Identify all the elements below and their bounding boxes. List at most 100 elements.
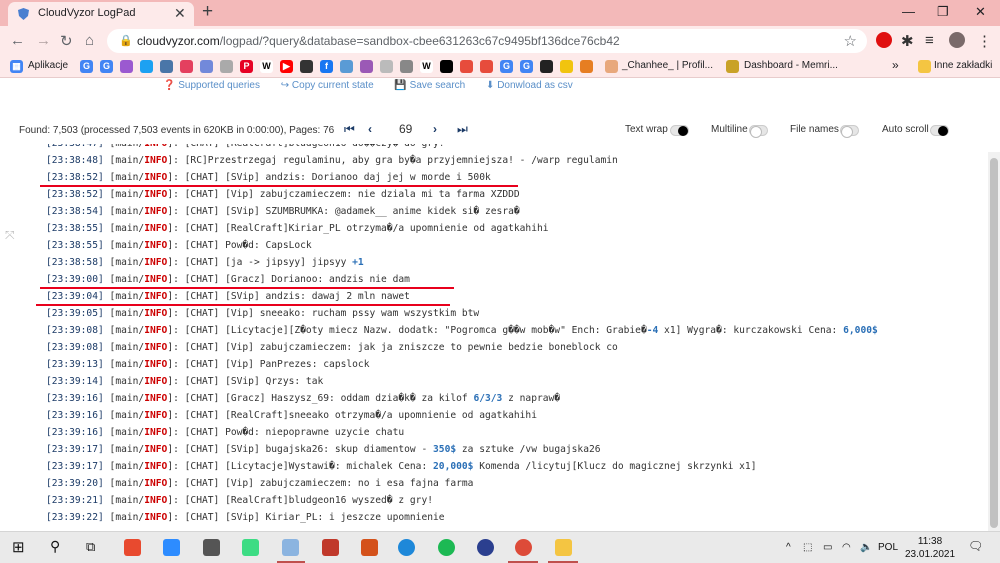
notifications-icon[interactable]: 🗨 — [968, 539, 983, 553]
last-page-icon[interactable]: ⏭ — [457, 122, 468, 137]
forward-icon[interactable]: → — [36, 32, 51, 49]
prev-page-icon[interactable]: ‹ — [368, 122, 372, 136]
bookmark-icon[interactable] — [460, 60, 473, 73]
bookmark-apps[interactable]: Aplikacje — [28, 60, 68, 71]
app-icon[interactable] — [361, 539, 378, 556]
google-icon[interactable]: G — [80, 60, 93, 73]
pinterest-icon[interactable]: P — [240, 60, 253, 73]
task-view-icon[interactable]: ⧉ — [86, 539, 95, 555]
app-icon[interactable] — [477, 539, 494, 556]
bookmark-icon[interactable] — [580, 60, 593, 73]
log-scrollbar[interactable] — [988, 152, 1000, 531]
restore-icon[interactable]: ❐ — [937, 4, 949, 20]
twitter-icon[interactable] — [140, 60, 153, 73]
log-line: [23:39:16] [main/INFO]: [CHAT] [Gracz] H… — [46, 393, 561, 404]
file-explorer-icon[interactable] — [555, 539, 572, 556]
wifi-icon[interactable]: ◠ — [842, 542, 851, 553]
wikipedia-icon[interactable]: W — [260, 60, 273, 73]
bookmark-icon[interactable] — [300, 60, 313, 73]
bookmark-memrise[interactable]: Dashboard - Memri... — [744, 60, 838, 71]
page-number[interactable]: 69 — [399, 122, 412, 136]
chevron-up-icon[interactable]: ^ — [786, 542, 791, 553]
clock[interactable]: 11:38 23.01.2021 — [905, 535, 955, 561]
bookmark-icon[interactable] — [540, 60, 553, 73]
clock-date: 23.01.2021 — [905, 549, 956, 560]
volume-icon[interactable]: 🔈 — [860, 542, 872, 553]
scrollbar-thumb[interactable] — [990, 158, 998, 528]
save-search-link[interactable]: 💾 Save search — [394, 80, 474, 91]
text-wrap-toggle[interactable] — [670, 125, 689, 136]
reading-list-icon[interactable]: ≡ — [925, 32, 934, 49]
edge-icon[interactable] — [398, 539, 415, 556]
bookmark-icon[interactable] — [400, 60, 413, 73]
windows-start-icon[interactable]: ⊞ — [12, 538, 25, 556]
messenger-icon[interactable] — [120, 60, 133, 73]
zoom-icon[interactable] — [163, 539, 180, 556]
instagram-icon[interactable] — [180, 60, 193, 73]
app-icon[interactable] — [282, 539, 299, 556]
log-line: [23:39:16] [main/INFO]: [CHAT] Pow�d: ni… — [46, 427, 405, 438]
spotify-icon[interactable] — [438, 539, 455, 556]
bookmark-icon[interactable] — [480, 60, 493, 73]
bookmark-icon[interactable] — [380, 60, 393, 73]
browser-tab-strip: CloudVyzor LogPad ✕ + — ❐ ✕ — [0, 0, 1000, 26]
app-icon[interactable] — [242, 539, 259, 556]
avatar[interactable] — [949, 32, 965, 48]
next-page-icon[interactable]: › — [433, 122, 437, 136]
google-icon[interactable]: G — [100, 60, 113, 73]
language-indicator[interactable]: POL — [878, 542, 898, 553]
multiline-toggle[interactable] — [749, 125, 768, 138]
bookmark-icon[interactable] — [340, 60, 353, 73]
reload-icon[interactable]: ↻ — [60, 32, 73, 50]
battery-icon[interactable]: ▭ — [823, 542, 832, 553]
log-viewer[interactable]: [23:38:47] [main/INFO]: [CHAT] [RealCraf… — [36, 144, 986, 531]
bookmark-chanhee[interactable]: _Chanhee_ | Profil... — [622, 60, 713, 71]
close-tab-icon[interactable]: ✕ — [174, 5, 186, 22]
download-csv-link[interactable]: ⬇ Donwload as csv — [486, 80, 582, 91]
opera-extension-icon[interactable] — [876, 32, 892, 48]
address-bar[interactable]: 🔒 cloudvyzor.com/logpad/?query&database=… — [107, 29, 867, 53]
google-icon[interactable]: G — [500, 60, 513, 73]
app-icon[interactable] — [124, 539, 141, 556]
google-icon[interactable]: G — [520, 60, 533, 73]
among-us-icon[interactable] — [322, 539, 339, 556]
bookmark-icon[interactable] — [220, 60, 233, 73]
chrome-icon[interactable] — [515, 539, 532, 556]
first-page-icon[interactable]: ⏮ — [344, 122, 355, 137]
discord-icon[interactable] — [200, 60, 213, 73]
memrise-icon[interactable] — [726, 60, 739, 73]
home-icon[interactable]: ⌂ — [85, 32, 94, 49]
expand-icon[interactable]: ⤧ — [5, 228, 15, 243]
supported-queries-link[interactable]: ❓ Supported queries — [163, 80, 269, 91]
minimize-icon[interactable]: — — [902, 4, 915, 19]
new-tab-button[interactable]: + — [202, 1, 213, 23]
tab-title: CloudVyzor LogPad — [38, 7, 136, 19]
browser-tab[interactable]: CloudVyzor LogPad ✕ — [8, 2, 194, 26]
close-window-icon[interactable]: ✕ — [975, 4, 986, 20]
bookmark-other[interactable]: Inne zakładki — [934, 60, 992, 71]
bookmark-icon[interactable] — [560, 60, 573, 73]
log-line: [23:39:17] [main/INFO]: [CHAT] [SVip] bu… — [46, 444, 601, 455]
apps-icon[interactable]: ▦ — [10, 60, 23, 73]
puzzle-icon[interactable]: ✱ — [901, 32, 914, 50]
menu-icon[interactable]: ⋮ — [977, 32, 992, 50]
facebook-icon[interactable]: f — [320, 60, 333, 73]
results-status: Found: 7,503 (processed 7,503 events in … — [19, 125, 335, 136]
more-bookmarks-icon[interactable]: » — [892, 58, 899, 72]
app-icon[interactable] — [203, 539, 220, 556]
auto-scroll-toggle[interactable] — [930, 125, 949, 136]
bookmark-icon[interactable] — [360, 60, 373, 73]
text-wrap-label: Text wrap — [625, 124, 668, 135]
search-icon[interactable]: ⚲ — [50, 538, 60, 555]
auto-scroll-label: Auto scroll — [882, 124, 929, 135]
bookmark-star-icon[interactable]: ☆ — [844, 32, 857, 50]
file-names-toggle[interactable] — [840, 125, 859, 138]
bookmark-icon[interactable] — [440, 60, 453, 73]
back-icon[interactable]: ← — [10, 32, 25, 49]
vk-icon[interactable] — [160, 60, 173, 73]
copy-state-link[interactable]: ↪ Copy current state — [281, 80, 383, 91]
bookmark-icon[interactable] — [605, 60, 618, 73]
network-icon[interactable]: ⬚ — [803, 542, 812, 553]
youtube-icon[interactable]: ▶ — [280, 60, 293, 73]
wikipedia-icon[interactable]: W — [420, 60, 433, 73]
